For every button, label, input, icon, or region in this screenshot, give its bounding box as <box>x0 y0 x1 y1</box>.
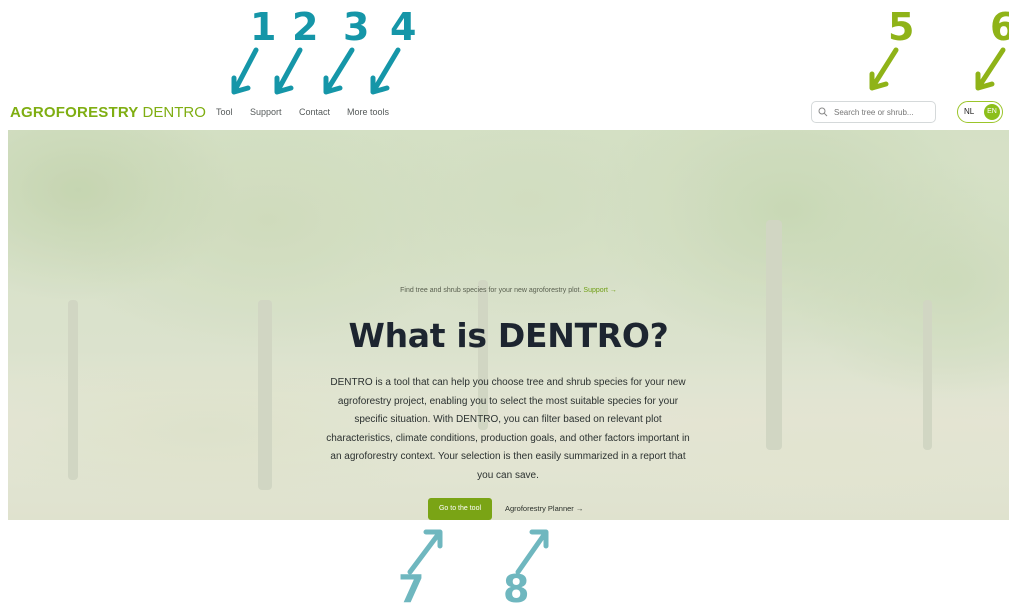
hero-section: Find tree and shrub species for your new… <box>8 130 1009 520</box>
language-nl[interactable]: NL <box>964 107 974 116</box>
agroforestry-planner-link[interactable]: Agroforestry Planner → <box>505 498 583 520</box>
hero-title: What is DENTRO? <box>348 316 669 355</box>
search-box[interactable] <box>811 101 936 123</box>
arrow-icon <box>515 529 549 575</box>
search-icon <box>818 107 828 117</box>
brand-name: AGROFORESTRY <box>10 104 139 121</box>
tagline-text: Find tree and shrub species for your new… <box>400 287 582 294</box>
arrow-icon <box>231 47 259 95</box>
language-en[interactable]: EN <box>984 104 1000 120</box>
nav-tool[interactable]: Tool <box>216 107 233 117</box>
language-toggle[interactable]: NL EN <box>957 101 1003 123</box>
nav-contact[interactable]: Contact <box>299 107 330 117</box>
nav-more-tools[interactable]: More tools <box>347 107 389 117</box>
arrow-icon <box>323 47 355 95</box>
search-input[interactable] <box>834 105 932 119</box>
brand-logo[interactable]: AGROFORESTRY DENTRO <box>10 104 206 122</box>
arrow-icon <box>869 47 899 91</box>
go-to-tool-button[interactable]: Go to the tool <box>428 498 492 520</box>
arrow-icon <box>975 47 1006 91</box>
brand-product: DENTRO <box>142 104 206 121</box>
nav-support[interactable]: Support <box>250 107 282 117</box>
hero-description: DENTRO is a tool that can help you choos… <box>326 377 690 481</box>
hero-tagline: Find tree and shrub species for your new… <box>8 287 1009 294</box>
arrow-icon <box>370 47 401 95</box>
support-link[interactable]: Support → <box>583 287 616 294</box>
top-navbar: AGROFORESTRY DENTRO Tool Support Contact … <box>0 96 1009 130</box>
arrow-icon <box>274 47 303 95</box>
arrow-icon <box>407 529 443 575</box>
